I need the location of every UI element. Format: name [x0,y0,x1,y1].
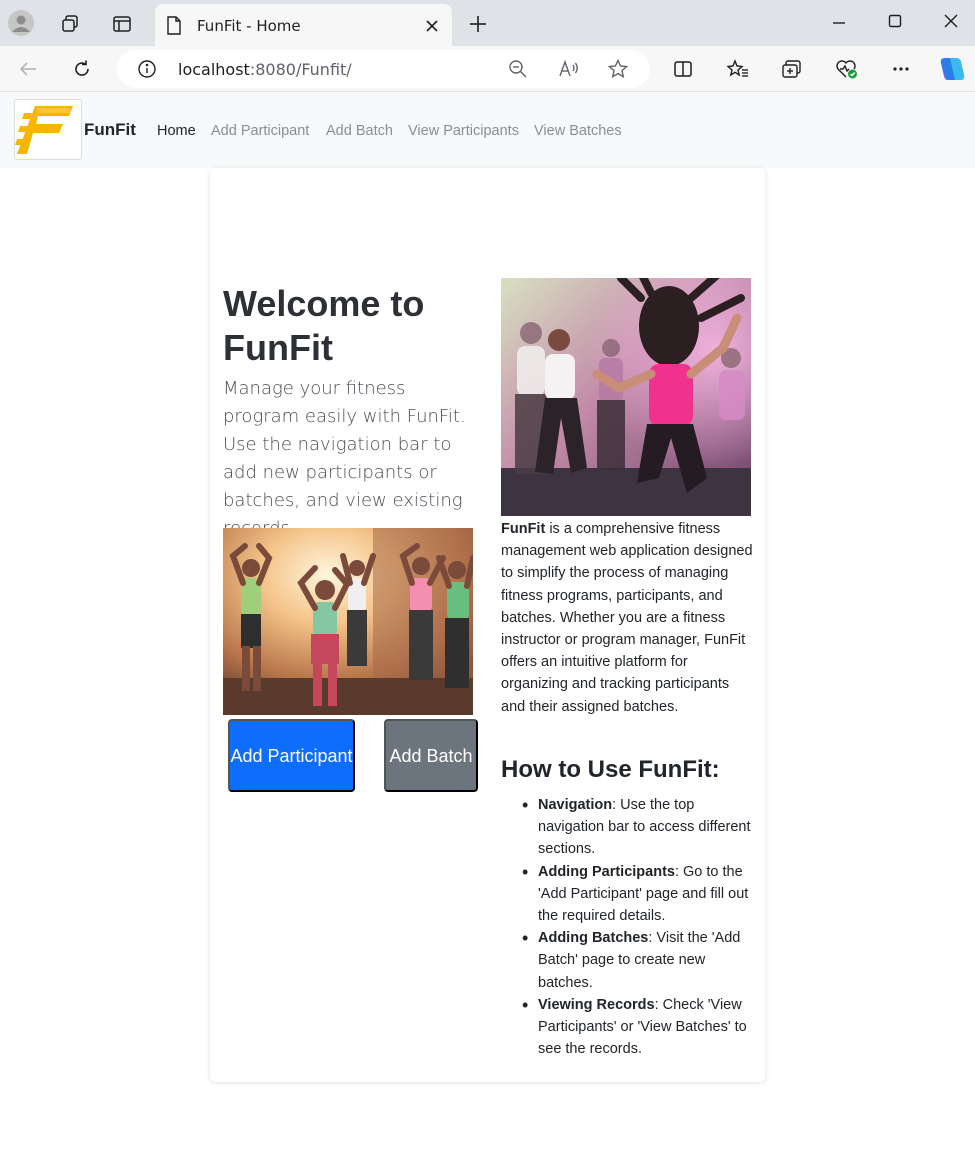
list-item: Navigation: Use the top navigation bar t… [522,794,760,861]
site-info-icon[interactable] [137,59,157,79]
app-navbar: FunFit Home Add Participant Add Batch Vi… [0,92,975,168]
about-text: FunFit is a comprehensive fitness manage… [501,518,753,718]
howto-term: Adding Participants [538,863,675,880]
url-host: localhost [178,60,250,79]
collections-icon[interactable] [780,58,804,80]
list-item: Adding Batches: Visit the 'Add Batch' pa… [522,927,760,994]
new-tab-icon[interactable] [466,12,490,36]
list-item: Viewing Records: Check 'View Participant… [522,994,760,1061]
add-batch-button[interactable]: Add Batch [384,719,478,792]
nav-link-home[interactable]: Home [157,123,196,139]
browser-tab-active[interactable]: FunFit - Home [155,4,452,46]
page-icon [165,15,183,35]
vertical-tabs-icon[interactable] [110,12,134,36]
browser-essentials-icon[interactable] [835,58,859,80]
about-description: is a comprehensive fitness management we… [501,521,753,715]
browser-toolbar: localhost:8080/Funfit/ [0,46,975,92]
workspaces-icon[interactable] [58,12,82,36]
zoom-out-icon[interactable] [508,59,528,79]
howto-term: Viewing Records [538,996,655,1013]
close-tab-icon[interactable] [423,17,441,35]
favorite-star-icon[interactable] [607,59,629,79]
funfit-logo-icon [15,106,73,154]
back-icon[interactable] [16,57,40,81]
howto-heading: How to Use FunFit: [501,756,720,783]
group-fitness-photo [223,528,473,715]
maximize-icon[interactable] [884,10,906,32]
profile-avatar-icon[interactable] [8,10,34,36]
howto-term: Navigation [538,797,613,813]
nav-link-add-batch[interactable]: Add Batch [326,123,393,139]
list-item: Adding Participants: Go to the 'Add Part… [522,861,760,928]
howto-list: Navigation: Use the top navigation bar t… [522,794,760,1060]
read-aloud-icon[interactable] [558,59,580,79]
address-bar[interactable]: localhost:8080/Funfit/ [117,50,650,88]
close-window-icon[interactable] [940,10,962,32]
dance-class-photo [501,278,751,516]
minimize-icon[interactable] [828,12,850,34]
nav-link-view-participants[interactable]: View Participants [408,123,519,139]
split-screen-icon[interactable] [672,58,694,80]
browser-tabstrip: FunFit - Home [0,0,975,46]
refresh-icon[interactable] [70,57,94,81]
about-brand: FunFit [501,521,546,537]
nav-link-add-participant[interactable]: Add Participant [211,123,309,139]
brand-name[interactable]: FunFit [84,120,136,140]
funfit-logo[interactable] [14,99,82,160]
page-title: Welcome to FunFit [223,283,425,368]
url-text: localhost:8080/Funfit/ [178,60,352,79]
add-participant-button[interactable]: Add Participant [228,719,355,792]
howto-term: Adding Batches [538,930,649,947]
intro-text: Manage your fitness program easily with … [223,378,466,539]
more-options-icon[interactable] [890,58,912,80]
tab-title: FunFit - Home [197,17,301,35]
copilot-icon[interactable] [936,54,968,84]
url-path: :8080/Funfit/ [249,60,352,79]
favorites-icon[interactable] [726,58,750,80]
nav-link-view-batches[interactable]: View Batches [534,123,622,139]
